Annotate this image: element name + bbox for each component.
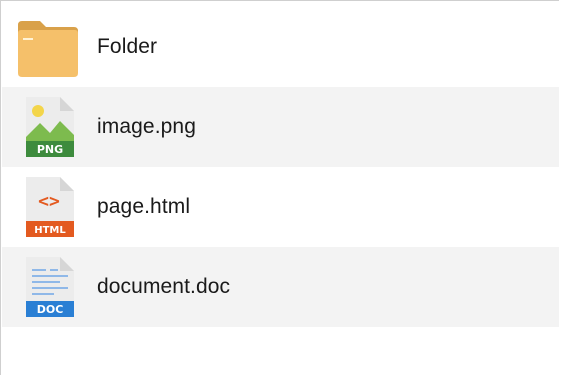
file-name-label: document.doc bbox=[97, 275, 231, 298]
file-name-label: Folder bbox=[97, 35, 158, 58]
code-brackets-glyph: <> bbox=[38, 191, 60, 212]
png-badge-text: PNG bbox=[37, 143, 63, 156]
doc-badge-text: DOC bbox=[37, 303, 64, 316]
doc-file-icon: DOC bbox=[26, 257, 74, 317]
html-file-icon: <> HTML bbox=[26, 177, 74, 237]
file-list: Folder PNG image.png <> HTML page.html D… bbox=[2, 7, 559, 327]
file-list-item-document[interactable]: DOC document.doc bbox=[2, 247, 559, 327]
file-list-item-page[interactable]: <> HTML page.html bbox=[2, 167, 559, 247]
png-file-icon: PNG bbox=[26, 97, 74, 157]
file-name-label: page.html bbox=[97, 195, 191, 218]
file-list-item-folder[interactable]: Folder bbox=[2, 7, 559, 87]
html-badge-text: HTML bbox=[34, 225, 66, 236]
file-name-label: image.png bbox=[97, 115, 196, 138]
folder-icon bbox=[18, 21, 78, 77]
file-list-panel: Folder PNG image.png <> HTML page.html D… bbox=[0, 0, 559, 375]
file-list-item-image[interactable]: PNG image.png bbox=[2, 87, 559, 167]
